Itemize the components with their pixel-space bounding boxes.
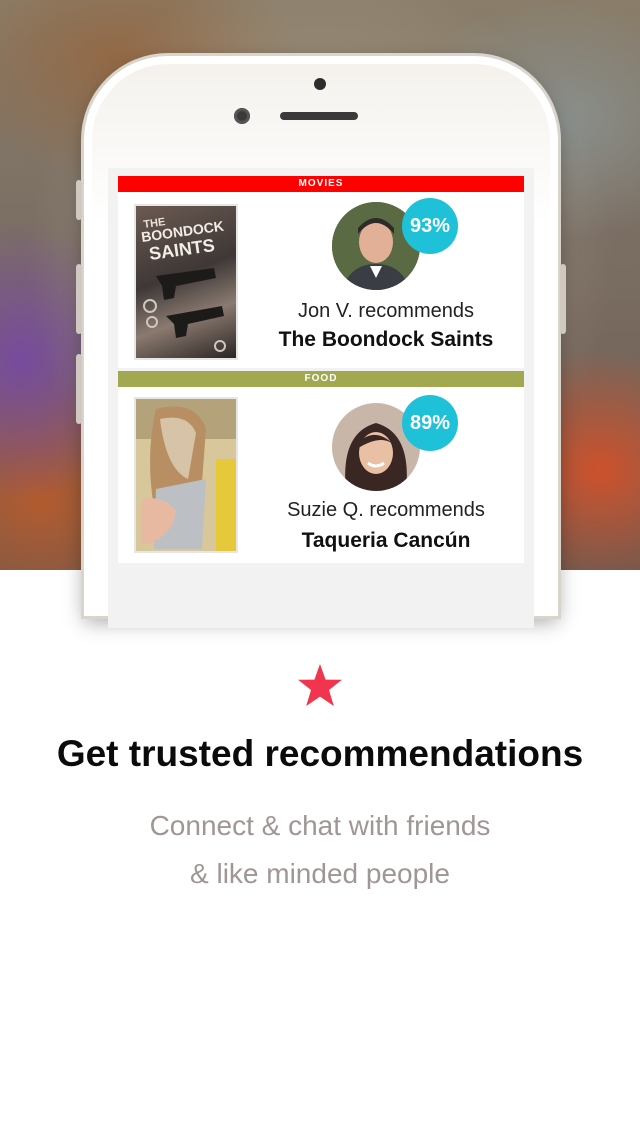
recommendation-card-movie[interactable]: MOVIES THE BOONDOCK SAINTS 93% Jon V. re… xyxy=(118,176,524,368)
star-icon xyxy=(298,664,342,706)
phone-sensor xyxy=(314,78,326,90)
recommendation-title[interactable]: The Boondock Saints xyxy=(248,328,524,352)
recommender-line: Suzie Q. recommends xyxy=(287,499,485,521)
recommendation-card-food[interactable]: FOOD 89% Suzie Q. recommends Taqueria Ca… xyxy=(118,371,524,563)
page-title: Get trusted recommendations xyxy=(56,733,584,774)
movie-poster-art: THE BOONDOCK SAINTS xyxy=(140,216,226,352)
phone-speaker xyxy=(280,112,358,120)
recommendation-info: 89% Suzie Q. recommends Taqueria Cancún xyxy=(248,387,524,563)
category-bar-food: FOOD xyxy=(118,371,524,387)
phone-mockup: MOVIES THE BOONDOCK SAINTS 93% Jon V. re… xyxy=(76,56,566,628)
category-bar-movies: MOVIES xyxy=(118,176,524,192)
burrito-photo-art xyxy=(136,399,236,551)
recommendation-info: 93% Jon V. recommends The Boondock Saint… xyxy=(248,192,524,368)
phone-volume-down xyxy=(76,354,82,424)
match-badge: 93% xyxy=(402,198,458,254)
phone-power-button xyxy=(560,264,566,334)
phone-volume-up xyxy=(76,264,82,334)
front-camera-icon xyxy=(234,108,250,124)
movie-poster[interactable]: THE BOONDOCK SAINTS xyxy=(134,204,238,360)
subtitle-line-1: Connect & chat with friends xyxy=(149,810,491,841)
recommendation-title[interactable]: Taqueria Cancún xyxy=(248,529,524,553)
phone-screen: MOVIES THE BOONDOCK SAINTS 93% Jon V. re… xyxy=(108,168,534,628)
subtitle-line-2: & like minded people xyxy=(190,858,450,889)
match-badge: 89% xyxy=(402,395,458,451)
food-photo[interactable] xyxy=(134,397,238,553)
recommender-line: Jon V. recommends xyxy=(297,300,474,322)
phone-mute-switch xyxy=(76,180,82,220)
